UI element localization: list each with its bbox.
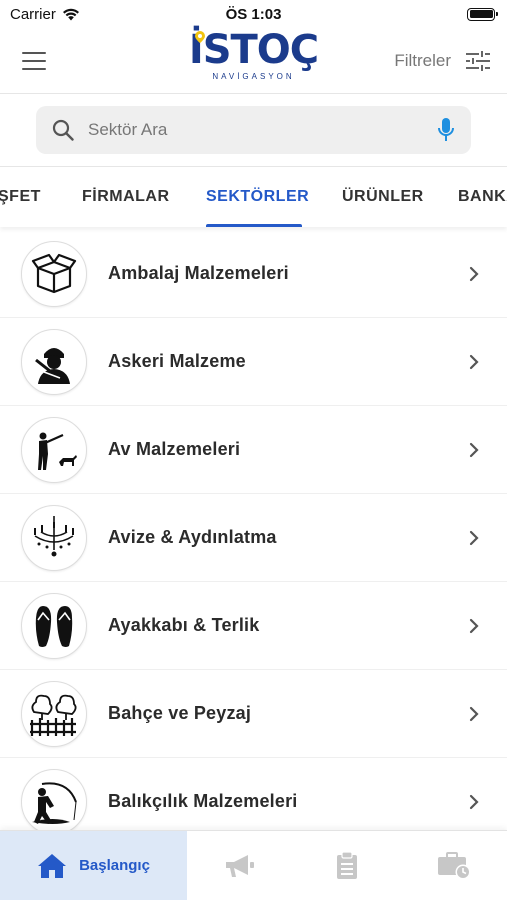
- list-item[interactable]: Bahçe ve Peyzaj: [0, 670, 507, 758]
- nav-home-label: Başlangıç: [79, 857, 150, 874]
- logo-wordmark: İSTOÇ: [188, 27, 319, 73]
- list-item[interactable]: Av Malzemeleri: [0, 406, 507, 494]
- active-tab-indicator: [206, 224, 302, 227]
- category-tabs: ŞFET FİRMALAR SEKTÖRLER ÜRÜNLER BANKA: [0, 167, 507, 227]
- search-box[interactable]: [36, 106, 471, 154]
- garden-icon: [21, 680, 87, 747]
- chevron-right-icon: [469, 618, 479, 633]
- hunter-icon: [21, 416, 87, 483]
- chevron-right-icon: [469, 354, 479, 369]
- status-time: ÖS 1:03: [225, 5, 282, 23]
- item-label: Ayakkabı & Terlik: [108, 615, 260, 635]
- item-label: Ambalaj Malzemeleri: [108, 263, 289, 283]
- search-input[interactable]: [88, 120, 423, 140]
- clipboard-icon: [337, 851, 357, 879]
- tab-sektorler[interactable]: SEKTÖRLER: [206, 167, 309, 227]
- tab-firmalar[interactable]: FİRMALAR: [82, 167, 170, 227]
- briefcase-clock-icon: [437, 851, 471, 879]
- logo-pin-icon: [194, 31, 205, 43]
- item-label: Balıkçılık Malzemeleri: [108, 791, 298, 811]
- search-icon: [52, 119, 74, 141]
- nav-announcements[interactable]: [187, 831, 294, 900]
- filters-button[interactable]: Filtreler: [394, 50, 491, 72]
- app-logo: İSTOÇ NAVİGASYON: [189, 30, 319, 90]
- nav-home[interactable]: Başlangıç: [0, 831, 187, 900]
- menu-icon[interactable]: [22, 51, 46, 70]
- search-bar: [0, 94, 507, 167]
- chevron-right-icon: [469, 442, 479, 457]
- status-left: Carrier: [10, 6, 80, 23]
- tab-urunler[interactable]: ÜRÜNLER: [342, 167, 424, 227]
- sector-list: Ambalaj Malzemeleri Askeri Malzeme Av Ma…: [0, 230, 507, 846]
- flip-flops-icon: [21, 592, 87, 659]
- list-item[interactable]: Askeri Malzeme: [0, 318, 507, 406]
- battery-icon: [467, 7, 498, 21]
- tab-kesfet[interactable]: ŞFET: [0, 167, 41, 227]
- chevron-right-icon: [469, 530, 479, 545]
- chevron-right-icon: [469, 266, 479, 281]
- list-item[interactable]: Ayakkabı & Terlik: [0, 582, 507, 670]
- home-icon: [38, 853, 67, 878]
- chevron-right-icon: [469, 794, 479, 809]
- microphone-icon[interactable]: [437, 117, 455, 143]
- logo-subtitle: NAVİGASYON: [212, 72, 295, 81]
- megaphone-icon: [226, 854, 255, 877]
- list-item[interactable]: Avize & Aydınlatma: [0, 494, 507, 582]
- item-label: Askeri Malzeme: [108, 351, 246, 371]
- soldier-icon: [21, 328, 87, 395]
- list-item[interactable]: Ambalaj Malzemeleri: [0, 230, 507, 318]
- nav-appointments[interactable]: [400, 831, 507, 900]
- nav-list[interactable]: [294, 831, 401, 900]
- filters-label: Filtreler: [394, 50, 451, 70]
- item-label: Avize & Aydınlatma: [108, 527, 277, 547]
- status-bar: Carrier ÖS 1:03: [0, 0, 507, 28]
- item-label: Bahçe ve Peyzaj: [108, 703, 252, 723]
- wifi-icon: [62, 8, 79, 20]
- item-label: Av Malzemeleri: [108, 439, 241, 459]
- fishing-icon: [21, 768, 87, 835]
- box-icon: [21, 240, 87, 307]
- chandelier-icon: [21, 504, 87, 571]
- chevron-right-icon: [469, 706, 479, 721]
- bottom-navigation: Başlangıç: [0, 830, 507, 900]
- carrier-label: Carrier: [10, 5, 56, 23]
- sliders-icon: [466, 50, 490, 71]
- tab-banka[interactable]: BANKA: [458, 167, 507, 227]
